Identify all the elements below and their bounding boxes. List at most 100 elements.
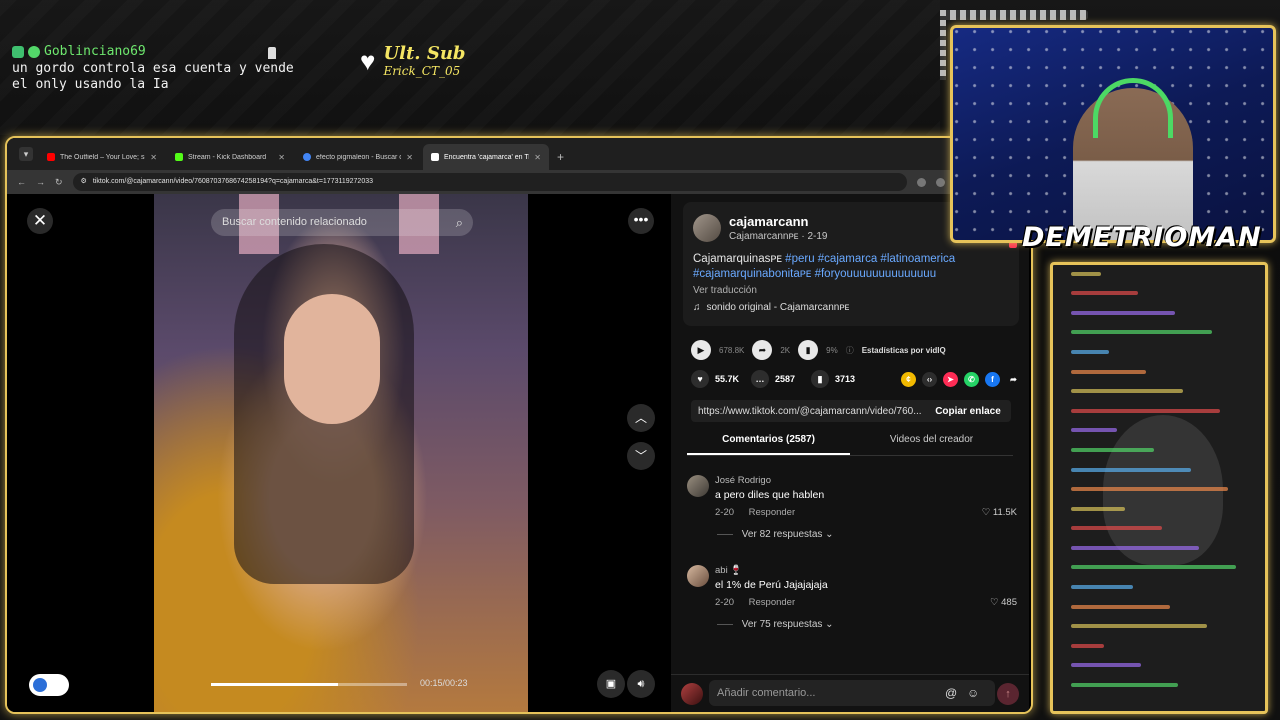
comments-tabs: Comentarios (2587) Videos del creador (687, 434, 1013, 456)
embed-icon[interactable]: ‹› (922, 371, 937, 387)
chat-line-blur (1071, 565, 1236, 570)
info-icon[interactable]: ⓘ (846, 345, 854, 356)
music-note-icon: ♫ (693, 302, 701, 313)
comments-count: 2587 (775, 374, 796, 384)
reply-button[interactable]: Responder (749, 597, 795, 608)
browser-tab[interactable]: efecto pigmaleon - Buscar con ✕ (295, 144, 421, 170)
avatar[interactable] (687, 565, 709, 587)
tab-creator-videos[interactable]: Videos del creador (850, 434, 1013, 455)
mention-icon[interactable]: @ (945, 680, 957, 706)
chat-line-blur (1071, 428, 1117, 433)
back-icon[interactable]: ← (17, 177, 26, 187)
comment-icon[interactable]: … (751, 370, 769, 388)
likes-count: 55.7K (715, 374, 740, 384)
chat-line-blur (1071, 663, 1141, 668)
chat-messages (1053, 265, 1265, 696)
comment-date: 2-20 (715, 597, 735, 608)
send-comment-button[interactable]: ↑ (997, 683, 1019, 705)
chat-line (1053, 265, 1265, 285)
view-replies-button[interactable]: Ver 75 respuestas ⌄ (717, 619, 834, 630)
last-sub-name: Erick_CT_05 (383, 64, 461, 78)
view-replies-label: Ver 75 respuestas (741, 619, 823, 630)
zoom-icon[interactable] (936, 177, 945, 187)
creator-username[interactable]: cajamarcann (729, 214, 827, 229)
creator-avatar[interactable] (693, 214, 721, 242)
floating-player-icon[interactable]: ▣ (597, 670, 625, 698)
site-info-icon[interactable]: ⚙ (81, 173, 87, 191)
chat-line-blur (1071, 330, 1212, 335)
more-options-button[interactable]: ••• (628, 208, 654, 234)
tab-title: The Outfield – Your Love; si (60, 153, 146, 161)
chat-line-blur (1071, 408, 1220, 413)
browser-tab[interactable]: Stream - Kick Dashboard ✕ (167, 144, 293, 170)
close-video-button[interactable]: ✕ (27, 208, 53, 234)
comment-author[interactable]: abi 🍷 (715, 565, 742, 576)
see-translation-link[interactable]: Ver traducción (693, 285, 1009, 296)
chat-line (1053, 598, 1265, 618)
bookmark-icon[interactable]: ▮ (811, 370, 829, 388)
new-tab-icon[interactable]: + (557, 150, 564, 164)
video-link-url[interactable]: https://www.tiktok.com/@cajamarcann/vide… (691, 406, 925, 417)
emoji-icon[interactable]: ☺ (967, 680, 979, 706)
next-video-button[interactable]: ﹀ (627, 442, 655, 470)
translate-icon[interactable] (917, 177, 926, 187)
chat-line (1053, 657, 1265, 677)
tab-title: Encuentra 'cajamarca' en Ti (444, 153, 530, 161)
close-tab-icon[interactable]: ✕ (406, 153, 413, 162)
last-sub-label: Ult. Sub (383, 43, 466, 64)
address-bar[interactable]: ⚙ tiktok.com/@cajamarcann/video/76087037… (72, 173, 907, 191)
video-player[interactable]: Buscar contenido relacionado ⌕ 00:15/00:… (154, 194, 528, 712)
chat-line-blur (1071, 585, 1133, 590)
like-heart-icon[interactable]: ♥ (691, 370, 709, 388)
views-count: 678.8K (719, 345, 745, 355)
user-avatar (681, 683, 703, 705)
overlay-chat-user-row: Goblinciano69 (12, 44, 302, 60)
browser-tab[interactable]: The Outfield – Your Love; si ✕ (39, 144, 165, 170)
vidiq-label[interactable]: Estadísticas por vidIQ (862, 346, 946, 355)
share-count-icon[interactable]: ➦ (752, 340, 773, 360)
close-tab-icon[interactable]: ✕ (278, 153, 285, 162)
search-icon[interactable]: ⌕ (456, 209, 463, 236)
verified-badge-icon (28, 46, 40, 58)
whatsapp-icon[interactable]: ✆ (964, 371, 979, 387)
overlay-chat-message: Goblinciano69 un gordo controla esa cuen… (12, 44, 302, 93)
previous-video-button[interactable]: ︿ (627, 404, 655, 432)
send-icon[interactable]: ➤ (943, 371, 958, 387)
comment-author[interactable]: José Rodrigo (715, 475, 771, 486)
close-tab-icon[interactable]: ✕ (534, 153, 541, 162)
reply-button[interactable]: Responder (749, 507, 795, 518)
headset-icon (1093, 78, 1173, 138)
tab-comments[interactable]: Comentarios (2587) (687, 434, 850, 455)
chat-line (1053, 285, 1265, 305)
add-comment-input[interactable]: Añadir comentario... @ ☺ (709, 680, 995, 706)
stats-bars-icon[interactable]: ▮ (798, 340, 819, 360)
address-bar-row: ← → ↻ ⚙ tiktok.com/@cajamarcann/video/76… (7, 170, 1031, 194)
comment-likes[interactable]: ♡ 485 (990, 597, 1017, 608)
related-search-input[interactable]: Buscar contenido relacionado ⌕ (211, 209, 473, 236)
chat-line (1053, 324, 1265, 344)
comment-likes[interactable]: ♡ 11.5K (982, 507, 1017, 518)
sound-title: sonido original - Cajamarcannᴘᴇ (706, 302, 850, 313)
copy-link-box: https://www.tiktok.com/@cajamarcann/vide… (691, 400, 1011, 422)
related-search-placeholder: Buscar contenido relacionado (222, 216, 367, 228)
view-replies-button[interactable]: Ver 82 respuestas ⌄ (717, 529, 834, 540)
share-arrow-icon[interactable]: ➦ (1006, 372, 1021, 387)
forward-icon[interactable]: → (36, 177, 45, 187)
tiktok-coin-icon[interactable]: ¢ (901, 371, 916, 387)
chat-line (1053, 343, 1265, 363)
avatar[interactable] (687, 475, 709, 497)
reload-icon[interactable]: ↻ (55, 177, 63, 188)
chat-line (1053, 383, 1265, 403)
close-tab-icon[interactable]: ✕ (150, 153, 157, 162)
play-icon[interactable]: ▶ (691, 340, 711, 360)
facebook-icon[interactable]: f (985, 371, 1000, 387)
chat-line (1053, 461, 1265, 481)
sound-row[interactable]: ♫ sonido original - Cajamarcannᴘᴇ (693, 302, 1009, 313)
browser-tab-active[interactable]: Encuentra 'cajamarca' en Ti ✕ (423, 144, 549, 170)
video-progress-bar[interactable] (211, 683, 407, 686)
autoscroll-toggle[interactable] (29, 674, 69, 696)
tab-search-icon[interactable]: ▾ (19, 147, 33, 161)
video-frame-face (284, 294, 380, 424)
copy-link-button[interactable]: Copiar enlace (925, 406, 1011, 417)
volume-icon[interactable]: 🔊︎ (627, 670, 655, 698)
